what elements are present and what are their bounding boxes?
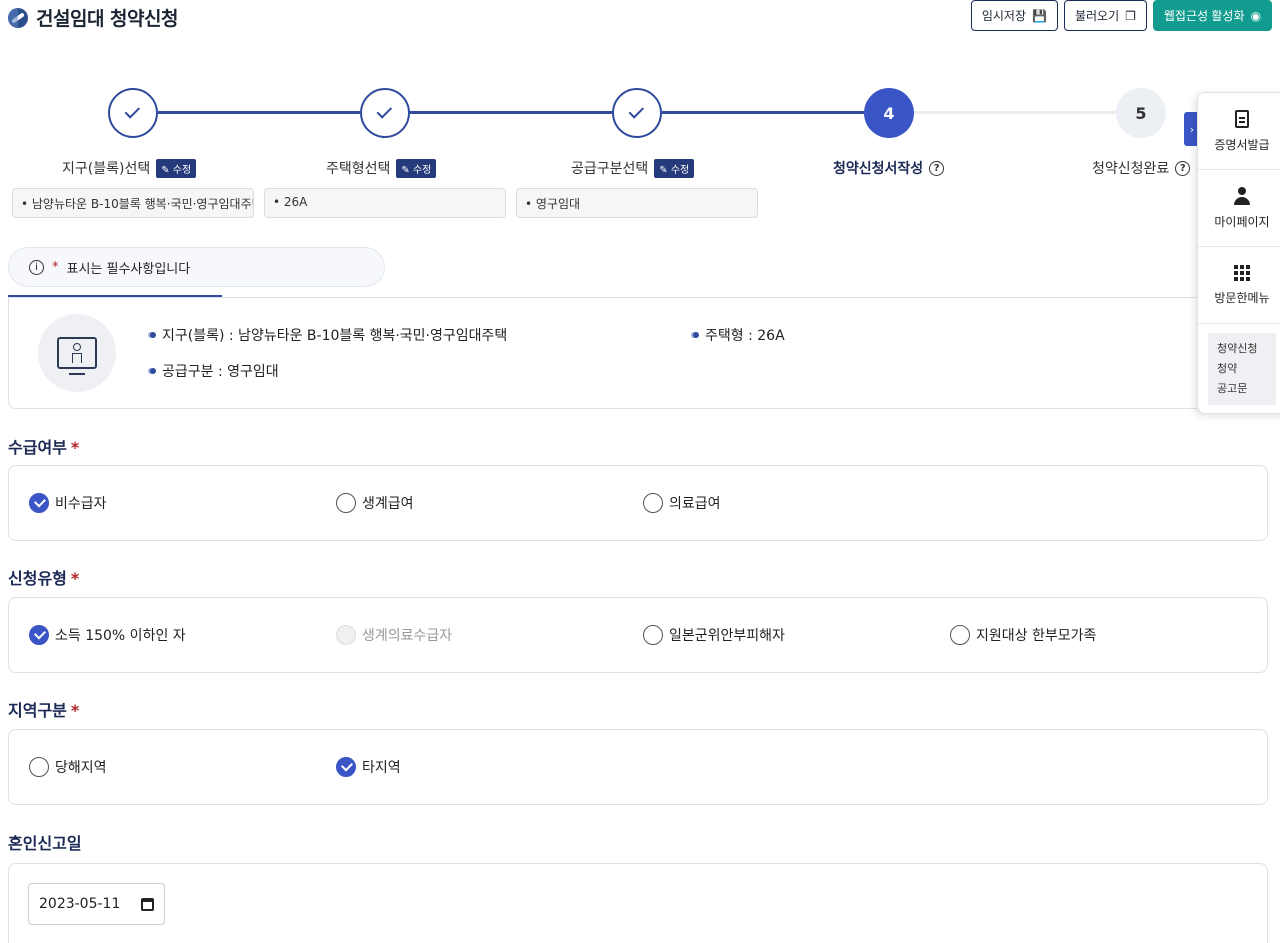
- step-connector: [914, 111, 1116, 114]
- marriage-date-input[interactable]: 2023-05-11: [28, 883, 165, 925]
- region-option-other[interactable]: 타지역: [336, 757, 401, 777]
- step-5-circle: 5: [1116, 88, 1166, 138]
- region-option-local[interactable]: 당해지역: [29, 757, 107, 777]
- copy-icon: ❐: [1125, 8, 1136, 23]
- selected-supply-type: • 영구임대: [516, 188, 758, 218]
- logo-icon: [8, 7, 28, 28]
- grid-icon: [1234, 264, 1250, 281]
- step-connector: [662, 111, 864, 114]
- marriage-date-box: 2023-05-11: [8, 863, 1268, 943]
- radio-disabled-icon: [336, 625, 356, 645]
- kiosk-icon: [38, 314, 116, 392]
- summary-card: 지구(블록) : 남양뉴타운 B-10블록 행복·국민·영구임대주택 주택형 :…: [8, 297, 1268, 409]
- progress-stepper: 4 5 지구(블록)선택 ✎ 수정 주택형선택 ✎ 수정 공급구분선택 ✎ 수정…: [0, 88, 1200, 178]
- radio-icon[interactable]: [643, 625, 663, 645]
- benefit-section-title: 수급여부 *: [8, 438, 80, 457]
- apply-type-option-recipient: 생계의료수급자: [336, 625, 452, 645]
- bullet-icon: [150, 332, 156, 338]
- bullet-icon: [150, 368, 156, 374]
- calendar-icon[interactable]: [141, 897, 154, 911]
- bullet-icon: [693, 332, 699, 338]
- apply-type-option-single-parent[interactable]: 지원대상 한부모가족: [950, 625, 1096, 645]
- side-item-visited-menu[interactable]: 방문한메뉴: [1198, 247, 1280, 324]
- check-icon: [628, 103, 645, 119]
- step-connector: [158, 111, 360, 114]
- check-icon: [124, 103, 141, 119]
- radio-checked-icon[interactable]: [336, 757, 356, 777]
- page-title: 건설임대 청약신청: [36, 8, 178, 30]
- recent-menu-item[interactable]: 청약신청: [1217, 339, 1267, 359]
- quick-side-panel: 증명서발급 마이페이지 방문한메뉴 청약신청 청약 공고문: [1197, 92, 1280, 414]
- document-icon: [1235, 109, 1249, 128]
- region-options: 당해지역 타지역: [8, 729, 1268, 805]
- step-5-label: 청약신청완료 ?: [1092, 158, 1191, 178]
- eye-icon: ◉: [1250, 8, 1261, 23]
- step-4-label: 청약신청서작성 ?: [833, 158, 945, 178]
- top-toolbar: 임시저장 💾 불러오기 ❐ 웹접근성 활성화 ◉: [970, 0, 1272, 31]
- step-4-circle: 4: [864, 88, 914, 138]
- side-item-mypage[interactable]: 마이페이지: [1198, 170, 1280, 247]
- step-1-circle: [108, 88, 158, 138]
- step-connector: [410, 111, 612, 114]
- radio-icon[interactable]: [29, 757, 49, 777]
- help-icon[interactable]: ?: [929, 160, 945, 176]
- radio-icon[interactable]: [643, 493, 663, 513]
- check-icon: [376, 103, 393, 119]
- recent-menu-item[interactable]: 공고문: [1217, 379, 1267, 399]
- accessibility-button[interactable]: 웹접근성 활성화 ◉: [1152, 0, 1272, 31]
- info-icon: i: [29, 259, 44, 275]
- apply-type-option-income[interactable]: 소득 150% 이하인 자: [29, 625, 186, 645]
- summary-district: 지구(블록) : 남양뉴타운 B-10블록 행복·국민·영구임대주택: [150, 325, 507, 345]
- benefit-option-living[interactable]: 생계급여: [336, 493, 414, 513]
- recent-menu-list: 청약신청 청약 공고문: [1208, 333, 1276, 405]
- step-1-label: 지구(블록)선택 ✎ 수정: [62, 158, 197, 178]
- radio-icon[interactable]: [336, 493, 356, 513]
- edit-step-3-button[interactable]: ✎ 수정: [654, 158, 695, 178]
- summary-house-type: 주택형 : 26A: [693, 325, 785, 345]
- help-icon[interactable]: ?: [1175, 160, 1191, 176]
- floppy-icon: 💾: [1032, 8, 1047, 23]
- required-notice: i * 표시는 필수사항입니다: [8, 247, 385, 287]
- edit-step-1-button[interactable]: ✎ 수정: [156, 158, 197, 178]
- edit-step-2-button[interactable]: ✎ 수정: [396, 158, 437, 178]
- apply-type-options: 소득 150% 이하인 자 생계의료수급자 일본군위안부피해자 지원대상 한부모…: [8, 597, 1268, 673]
- radio-checked-icon[interactable]: [29, 493, 49, 513]
- benefit-options: 비수급자 생계급여 의료급여: [8, 465, 1268, 541]
- user-icon: [1233, 186, 1251, 205]
- marriage-date-section-title: 혼인신고일: [8, 834, 82, 853]
- step-2-label: 주택형선택 ✎ 수정: [326, 158, 437, 178]
- step-3-label: 공급구분선택 ✎ 수정: [571, 158, 695, 178]
- benefit-option-medical[interactable]: 의료급여: [643, 493, 721, 513]
- apply-type-section-title: 신청유형 *: [8, 569, 80, 588]
- benefit-option-none[interactable]: 비수급자: [29, 493, 107, 513]
- load-button[interactable]: 불러오기 ❐: [1063, 0, 1147, 31]
- step-2-circle: [360, 88, 410, 138]
- step-3-circle: [612, 88, 662, 138]
- region-section-title: 지역구분 *: [8, 701, 80, 720]
- apply-type-option-comfort-women[interactable]: 일본군위안부피해자: [643, 625, 785, 645]
- page-header: 건설임대 청약신청: [8, 4, 178, 31]
- selected-house-type: • 26A: [264, 188, 506, 218]
- selected-district: • 남양뉴타운 B-10블록 행복·국민·영구임대주택: [12, 188, 254, 218]
- recent-menu-item[interactable]: 청약: [1217, 359, 1267, 379]
- side-item-certificate[interactable]: 증명서발급: [1198, 93, 1280, 170]
- summary-supply-type: 공급구분 : 영구임대: [150, 361, 279, 381]
- radio-checked-icon[interactable]: [29, 625, 49, 645]
- temp-save-button[interactable]: 임시저장 💾: [970, 0, 1058, 31]
- radio-icon[interactable]: [950, 625, 970, 645]
